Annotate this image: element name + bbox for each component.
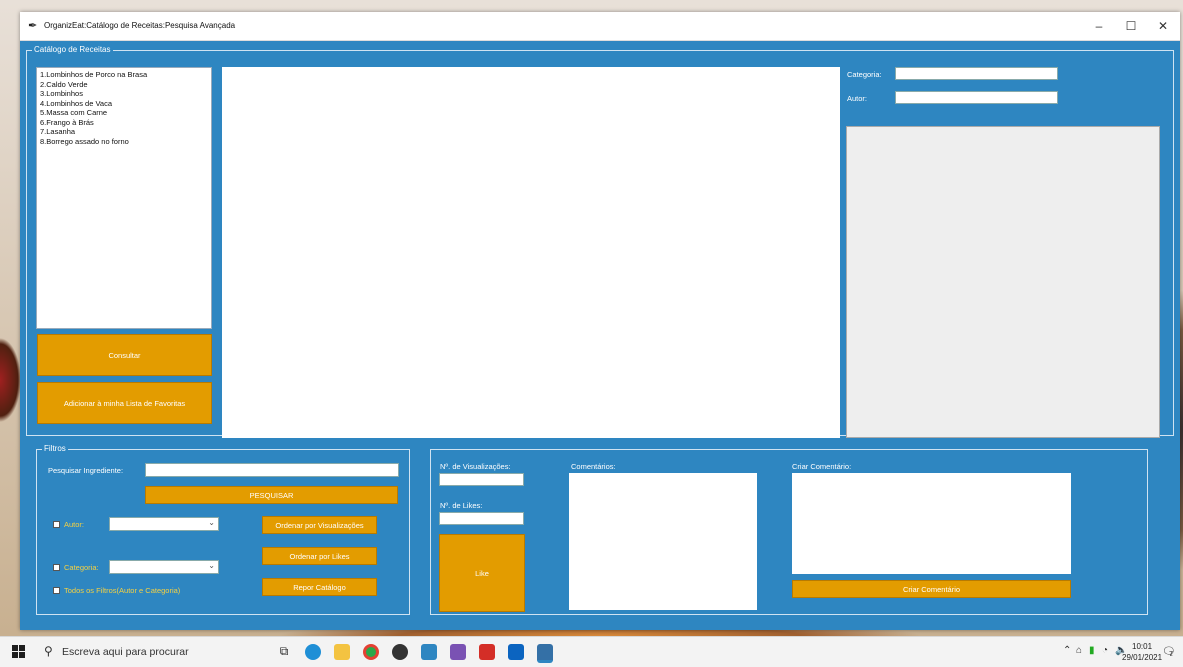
comments-label: Comentários: — [571, 462, 616, 471]
list-item[interactable]: 1.Lombinhos de Porco na Brasa — [40, 70, 208, 80]
create-comment-textarea[interactable] — [792, 473, 1071, 574]
sort-by-views-button[interactable]: Ordenar por Visualizações — [262, 516, 377, 534]
feather-icon: ✒ — [28, 20, 38, 32]
clock-date[interactable]: 29/01/2021 — [1122, 653, 1162, 662]
outlook-icon[interactable] — [508, 644, 524, 660]
minimize-button[interactable]: – — [1084, 16, 1114, 36]
file-explorer-icon[interactable] — [334, 644, 350, 660]
list-item[interactable]: 7.Lasanha — [40, 127, 208, 137]
category-checkbox[interactable] — [53, 564, 60, 571]
recipe-listbox[interactable]: 1.Lombinhos de Porco na Brasa 2.Caldo Ve… — [36, 67, 212, 329]
recipe-detail-text[interactable] — [222, 67, 840, 438]
like-button[interactable]: Like — [439, 534, 525, 612]
list-item[interactable]: 2.Caldo Verde — [40, 80, 208, 90]
visual-studio-icon[interactable] — [450, 644, 466, 660]
all-filters-checkbox[interactable] — [53, 587, 60, 594]
filters-legend: Filtros — [42, 444, 68, 453]
title-bar: ✒ OrganizEat:Catálogo de Receitas:Pesqui… — [20, 12, 1180, 41]
category-field[interactable] — [895, 67, 1058, 80]
search-button[interactable]: PESQUISAR — [145, 486, 398, 504]
notification-count: 7 — [1169, 651, 1173, 658]
author-filter-label: Autor: — [64, 520, 85, 529]
all-filters-label: Todos os Filtros(Autor e Categoria) — [64, 586, 181, 595]
author-checkbox[interactable] — [53, 521, 60, 528]
likes-label: Nº. de Likes: — [440, 501, 483, 510]
reset-catalog-button[interactable]: Repor Catálogo — [262, 578, 377, 596]
chevron-down-icon[interactable]: ⌄ — [208, 518, 215, 527]
category-label: Categoria: — [847, 70, 882, 79]
category-combobox[interactable]: ⌄ — [109, 560, 219, 574]
views-field — [439, 473, 524, 486]
taskbar-search[interactable]: ⚲ Escreva aqui para procurar — [40, 641, 260, 663]
chevron-down-icon[interactable]: ⌄ — [208, 561, 215, 570]
ingredient-input[interactable] — [145, 463, 399, 477]
list-item[interactable]: 6.Frango à Brás — [40, 118, 208, 128]
comments-box[interactable] — [569, 473, 757, 610]
list-item[interactable]: 4.Lombinhos de Vaca — [40, 99, 208, 109]
create-comment-label: Criar Comentário: — [792, 462, 852, 471]
wifi-icon[interactable]: ◔ — [1102, 645, 1108, 656]
add-favorites-button[interactable]: Adicionar à minha Lista de Favoritas — [37, 382, 212, 424]
ingredient-label: Pesquisar Ingrediente: — [48, 466, 124, 475]
likes-field — [439, 512, 524, 525]
chrome-icon[interactable] — [363, 644, 379, 660]
consult-button[interactable]: Consultar — [37, 334, 212, 376]
author-label: Autor: — [847, 94, 868, 103]
list-item[interactable]: 5.Massa com Carne — [40, 108, 208, 118]
views-label: Nº. de Visualizações: — [440, 462, 511, 471]
python-app-icon[interactable] — [537, 644, 553, 663]
edge-icon[interactable] — [305, 644, 321, 660]
author-combobox[interactable]: ⌄ — [109, 517, 219, 531]
create-comment-button[interactable]: Criar Comentário — [792, 580, 1071, 598]
author-field[interactable] — [895, 91, 1058, 104]
list-item[interactable]: 8.Borrego assado no forno — [40, 137, 208, 147]
catalog-legend: Catálogo de Receitas — [32, 45, 113, 54]
acrobat-icon[interactable] — [479, 644, 495, 660]
window-title: OrganizEat:Catálogo de Receitas:Pesquisa… — [44, 21, 236, 30]
app-window: ✒ OrganizEat:Catálogo de Receitas:Pesqui… — [20, 12, 1180, 630]
taskbar: ⚲ Escreva aqui para procurar ⧉ ⌃ ⌂ ▮ ◔ 🔈… — [0, 636, 1183, 667]
list-item[interactable]: 3.Lombinhos — [40, 89, 208, 99]
vscode-icon[interactable] — [421, 644, 437, 660]
taskbar-search-placeholder: Escreva aqui para procurar — [62, 646, 189, 658]
tray-chevron-icon[interactable]: ⌃ — [1063, 645, 1071, 656]
recipe-image-panel — [846, 126, 1160, 438]
category-filter-label: Categoria: — [64, 563, 99, 572]
app-icon[interactable] — [392, 644, 408, 660]
clock-time[interactable]: 10:01 — [1132, 642, 1152, 651]
network-icon[interactable]: ⌂ — [1076, 645, 1082, 656]
close-button[interactable]: ✕ — [1148, 16, 1178, 36]
search-icon: ⚲ — [44, 644, 53, 658]
windows-start-icon[interactable] — [12, 645, 26, 659]
battery-icon[interactable]: ▮ — [1089, 645, 1095, 656]
task-view-icon[interactable]: ⧉ — [276, 644, 292, 660]
maximize-button[interactable]: ☐ — [1116, 16, 1146, 36]
sort-by-likes-button[interactable]: Ordenar por Likes — [262, 547, 377, 565]
